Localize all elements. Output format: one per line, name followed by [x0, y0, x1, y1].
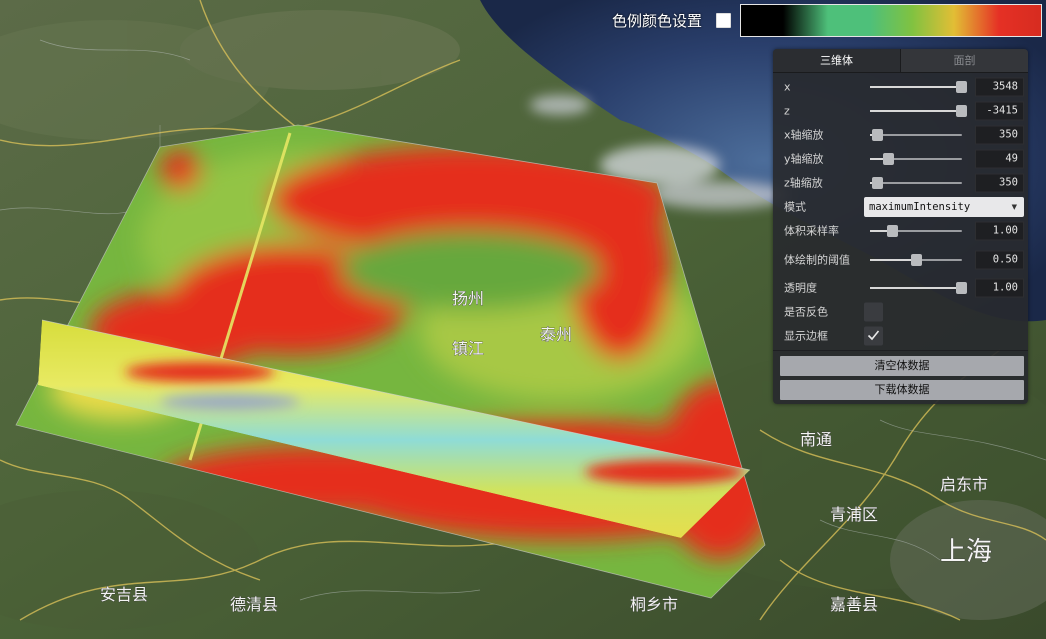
- mode-select[interactable]: maximumIntensity ▼: [864, 197, 1024, 217]
- control-panel: 三维体 面剖 x 3548 z -3415 x轴缩放 350 y轴缩放 49 z…: [773, 49, 1028, 404]
- show-border-label: 显示边框: [784, 329, 828, 343]
- z-scale-input[interactable]: 350: [975, 173, 1024, 193]
- opacity-label: 透明度: [784, 281, 817, 295]
- opacity-slider-thumb[interactable]: [956, 282, 968, 294]
- download-volume-button[interactable]: 下载体数据: [780, 380, 1024, 400]
- legend-color-checkbox[interactable]: [716, 13, 731, 28]
- row-x: x 3548: [773, 75, 1028, 99]
- z-input[interactable]: -3415: [975, 101, 1024, 121]
- x-input[interactable]: 3548: [975, 77, 1024, 97]
- chevron-down-icon: ▼: [1011, 203, 1017, 211]
- legend-label: 色例颜色设置: [612, 12, 703, 30]
- sample-rate-slider[interactable]: [870, 224, 962, 238]
- mode-select-value: maximumIntensity: [869, 201, 971, 213]
- x-scale-label: x轴缩放: [784, 128, 824, 142]
- row-z: z -3415: [773, 99, 1028, 123]
- x-scale-slider-thumb[interactable]: [872, 129, 884, 141]
- threshold-slider-thumb[interactable]: [911, 253, 922, 266]
- place-label: 南通: [800, 431, 832, 449]
- row-show-border: 显示边框: [773, 324, 1028, 348]
- checkmark-icon: [867, 330, 880, 341]
- threshold-label: 体绘制的阈值: [784, 253, 850, 266]
- row-opacity: 透明度 1.00: [773, 276, 1028, 300]
- mode-label: 模式: [784, 200, 806, 214]
- x-label: x: [784, 80, 791, 94]
- place-label: 德清县: [230, 596, 278, 614]
- z-scale-slider-thumb[interactable]: [872, 177, 884, 189]
- place-label: 启东市: [940, 476, 988, 494]
- threshold-input[interactable]: 0.50: [975, 250, 1024, 269]
- place-label: 桐乡市: [630, 596, 678, 614]
- y-scale-slider-thumb[interactable]: [883, 153, 895, 165]
- row-z-scale: z轴缩放 350: [773, 171, 1028, 195]
- y-scale-slider[interactable]: [870, 152, 962, 166]
- sample-rate-input[interactable]: 1.00: [975, 221, 1024, 241]
- opacity-input[interactable]: 1.00: [975, 278, 1024, 298]
- y-scale-input[interactable]: 49: [975, 149, 1024, 169]
- panel-tabs: 三维体 面剖: [773, 49, 1028, 73]
- place-label: 上海: [940, 536, 992, 566]
- place-label: 泰州: [540, 326, 572, 344]
- x-slider-thumb[interactable]: [956, 81, 968, 93]
- row-x-scale: x轴缩放 350: [773, 123, 1028, 147]
- row-mode: 模式 maximumIntensity ▼: [773, 195, 1028, 219]
- x-scale-input[interactable]: 350: [975, 125, 1024, 145]
- tab-volume[interactable]: 三维体: [773, 49, 901, 72]
- x-scale-slider[interactable]: [870, 128, 962, 142]
- invert-checkbox[interactable]: [864, 302, 883, 322]
- place-label: 镇江: [452, 340, 484, 358]
- z-scale-slider[interactable]: [870, 176, 962, 190]
- tab-section[interactable]: 面剖: [901, 49, 1028, 72]
- y-scale-label: y轴缩放: [784, 152, 824, 166]
- z-scale-label: z轴缩放: [784, 176, 823, 190]
- x-slider[interactable]: [870, 80, 968, 94]
- opacity-slider[interactable]: [870, 281, 968, 295]
- place-label: 安吉县: [100, 586, 148, 604]
- row-invert: 是否反色: [773, 300, 1028, 324]
- z-slider[interactable]: [870, 104, 968, 118]
- row-sample-rate: 体积采样率 1.00: [773, 219, 1028, 243]
- z-slider-thumb[interactable]: [956, 105, 968, 117]
- clear-volume-button[interactable]: 清空体数据: [780, 356, 1024, 376]
- legend-color-bar: [740, 4, 1042, 37]
- panel-actions: 清空体数据 下载体数据: [773, 350, 1028, 404]
- place-label: 扬州: [452, 290, 484, 308]
- sample-rate-label: 体积采样率: [784, 224, 839, 238]
- invert-label: 是否反色: [784, 305, 828, 319]
- sample-rate-slider-thumb[interactable]: [887, 225, 899, 237]
- show-border-checkbox[interactable]: [864, 326, 883, 346]
- z-label: z: [784, 104, 790, 118]
- threshold-slider[interactable]: [870, 253, 962, 267]
- place-label: 嘉善县: [830, 596, 878, 614]
- place-label: 青浦区: [830, 506, 878, 524]
- row-threshold: 体绘制的阈值 0.50: [773, 243, 1028, 276]
- row-y-scale: y轴缩放 49: [773, 147, 1028, 171]
